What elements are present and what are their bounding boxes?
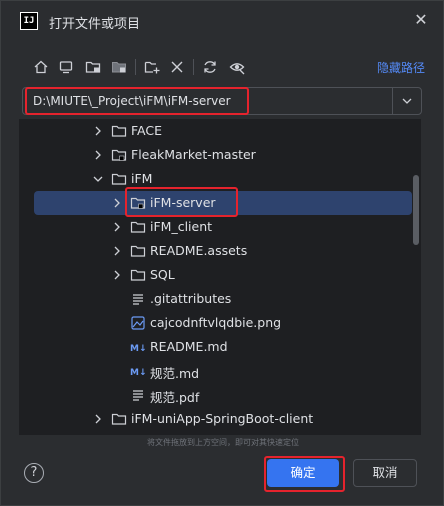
chevron-right-icon[interactable] xyxy=(110,195,124,211)
chevron-down-icon[interactable] xyxy=(392,88,421,114)
tree-row[interactable]: README.assets xyxy=(19,239,421,263)
tree-row[interactable]: SQL xyxy=(19,263,421,287)
tree-row[interactable]: FleakMarket-master xyxy=(19,143,421,167)
tree-item-label: iFM_client xyxy=(150,219,213,234)
file-tree[interactable]: FACE FleakMarket-master iFM iFM-server iFM_c… xyxy=(19,119,421,435)
tree-row[interactable]: iFM-uniApp-SpringBoot-client xyxy=(19,407,421,431)
folder-icon xyxy=(111,171,127,187)
tree-scrollbar[interactable] xyxy=(413,175,419,245)
folder-icon xyxy=(130,267,146,283)
tree-item-label: SQL xyxy=(150,267,175,282)
markdown-file-icon: M↓ xyxy=(130,339,147,355)
tree-item-label: FACE xyxy=(131,123,162,138)
folder-icon xyxy=(111,411,127,427)
toolbar: 隐藏路径 xyxy=(1,53,443,81)
toolbar-separator xyxy=(193,59,194,75)
selected-node-highlight-box xyxy=(125,187,238,217)
tree-row[interactable]: M↓ README.md xyxy=(19,335,421,359)
cancel-button[interactable]: 取消 xyxy=(353,459,417,487)
tree-item-label: 规范.md xyxy=(150,366,200,381)
text-file-icon xyxy=(130,291,146,307)
show-hidden-icon[interactable] xyxy=(227,57,247,77)
project-folder-icon[interactable] xyxy=(83,57,103,77)
intellij-app-icon: IJ xyxy=(20,12,38,30)
chevron-right-icon[interactable] xyxy=(110,219,124,235)
tree-item-label: cajcodnftvlqdbie.png xyxy=(150,315,282,330)
tree-row[interactable]: FACE xyxy=(19,119,421,143)
module-folder-icon[interactable] xyxy=(109,57,129,77)
tree-row[interactable]: cajcodnftvlqdbie.png xyxy=(19,311,421,335)
drag-drop-hint: 将文件拖放到上方空间，即可对其快速定位 xyxy=(147,438,299,447)
chevron-down-icon[interactable] xyxy=(91,171,105,187)
dialog-title: 打开文件或项目 xyxy=(49,17,141,32)
tree-row[interactable]: .gitattributes xyxy=(19,287,421,311)
help-icon[interactable]: ? xyxy=(24,463,44,483)
folder-icon xyxy=(130,219,146,235)
close-icon[interactable]: ✕ xyxy=(410,9,432,31)
tree-item-label: .gitattributes xyxy=(150,291,232,306)
folder-icon xyxy=(111,123,127,139)
home-icon[interactable] xyxy=(31,57,51,77)
chevron-right-icon[interactable] xyxy=(91,147,105,163)
refresh-icon[interactable] xyxy=(200,57,220,77)
new-folder-icon[interactable] xyxy=(142,57,162,77)
chevron-right-icon[interactable] xyxy=(91,123,105,139)
chevron-right-icon[interactable] xyxy=(91,411,105,427)
tree-item-label: iFM-uniApp-SpringBoot-client xyxy=(131,411,314,426)
path-highlight-box xyxy=(25,87,249,115)
image-file-icon xyxy=(130,315,146,331)
delete-icon[interactable] xyxy=(167,57,187,77)
tree-item-label: README.md xyxy=(150,339,228,354)
tree-item-label: FleakMarket-master xyxy=(131,147,256,162)
hide-path-link[interactable]: 隐藏路径 xyxy=(377,59,425,76)
svg-text:M↓: M↓ xyxy=(130,368,146,378)
left-strip xyxy=(1,119,19,435)
toolbar-separator xyxy=(135,59,136,75)
tree-row[interactable]: 规范.pdf xyxy=(19,383,421,407)
tree-item-label: iFM xyxy=(131,171,153,186)
text-file-icon xyxy=(130,387,146,403)
svg-text:M↓: M↓ xyxy=(130,344,146,354)
open-file-dialog: IJ 打开文件或项目 ✕ 隐藏路径 D:\MIUTE\_Project\iFM\… xyxy=(0,0,444,506)
project-folder-icon xyxy=(111,147,127,163)
chevron-right-icon[interactable] xyxy=(110,267,124,283)
folder-icon xyxy=(130,243,146,259)
tree-item-label: README.assets xyxy=(150,243,248,258)
desktop-icon[interactable] xyxy=(56,57,76,77)
chevron-right-icon[interactable] xyxy=(110,243,124,259)
tree-row[interactable]: M↓ 规范.md xyxy=(19,359,421,383)
tree-item-label: 规范.pdf xyxy=(150,390,200,405)
ok-highlight-box xyxy=(264,456,345,492)
title-bar: IJ 打开文件或项目 ✕ xyxy=(1,1,443,41)
markdown-file-icon: M↓ xyxy=(130,363,147,379)
tree-row[interactable]: iFM_client xyxy=(19,215,421,239)
